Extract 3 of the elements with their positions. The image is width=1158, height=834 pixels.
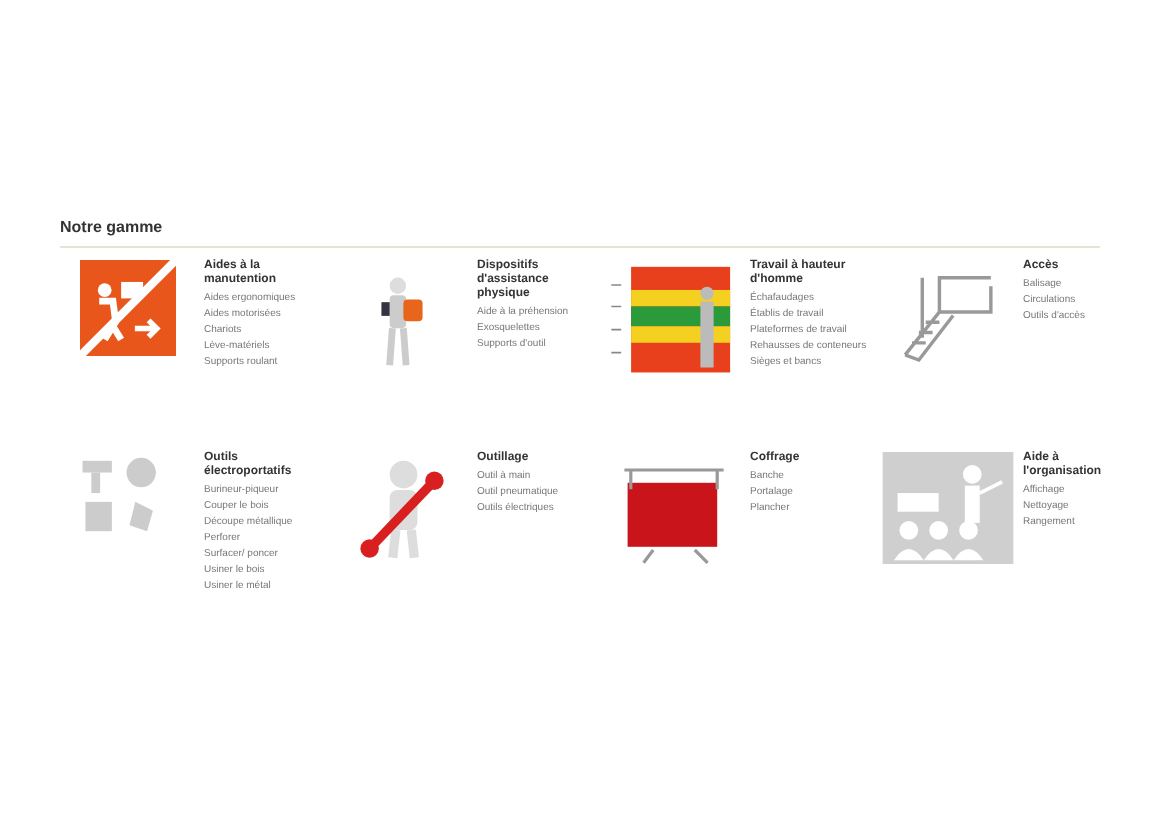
section-heading: Notre gamme [60, 216, 1100, 248]
handling-sign-drawing [80, 260, 176, 356]
meeting-sign-drawing [881, 452, 1013, 564]
